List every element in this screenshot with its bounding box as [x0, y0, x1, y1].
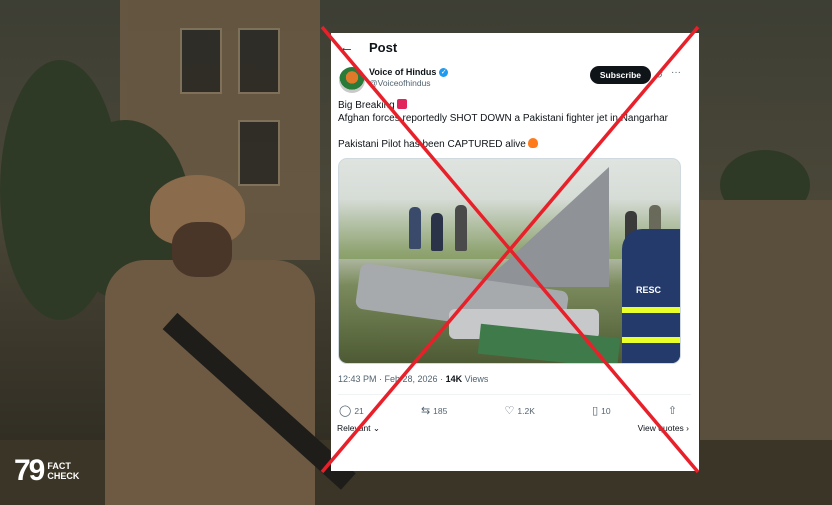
background-wall — [700, 200, 832, 440]
author-handle[interactable]: @Voiceofhindus — [369, 78, 448, 89]
logo-word-fact: FACT — [47, 461, 71, 471]
sort-dropdown[interactable]: Relevant ⌄ — [337, 423, 380, 434]
factcheck-logo: 79 FACT CHECK — [14, 456, 79, 486]
bookmark-icon: ▯ — [592, 405, 599, 417]
avatar[interactable] — [339, 67, 365, 93]
author-name-text: Voice of Hindus — [369, 67, 437, 77]
chevron-down-icon: ⌄ — [370, 423, 381, 433]
share-icon: ⇧ — [667, 405, 677, 417]
subscribe-button[interactable]: Subscribe — [589, 66, 651, 84]
soldier-face — [172, 222, 232, 277]
like-button[interactable]: ♡ 1.2K — [505, 404, 535, 417]
siren-emoji-icon — [396, 99, 407, 109]
post-image[interactable]: RESC — [338, 158, 681, 364]
bookmark-count: 10 — [601, 405, 611, 416]
grok-icon[interactable]: ↺ — [655, 70, 663, 81]
more-options-icon[interactable]: ··· — [671, 67, 681, 78]
rescue-vest-text: RESC — [636, 285, 662, 295]
replies-footer: Relevant ⌄ View quotes › — [331, 417, 699, 434]
fire-emoji-icon — [527, 138, 538, 148]
post-text: Big Breaking Afghan forces reportedly SH… — [331, 93, 699, 151]
post-author: Voice of Hindus ✓ @Voiceofhindus Subscri… — [331, 61, 699, 93]
rescue-worker: RESC — [622, 229, 680, 363]
arrow-left-icon[interactable]: ← — [339, 39, 369, 56]
reply-count: 21 — [354, 405, 364, 416]
share-button[interactable]: ⇧ — [668, 404, 677, 417]
repost-count: 185 — [433, 405, 448, 416]
post-header: ← Post — [331, 33, 699, 61]
reply-button[interactable]: ◯ 21 — [339, 404, 364, 417]
view-quotes-link[interactable]: View quotes › — [638, 423, 689, 434]
page-title: Post — [369, 39, 398, 55]
post-screenshot-card: ← Post Voice of Hindus ✓ @Voiceofhindus … — [331, 33, 699, 471]
logo-word-check: CHECK — [47, 471, 80, 481]
heart-icon: ♡ — [504, 405, 515, 417]
post-text-line-3: Pakistani Pilot has been CAPTURED alive — [338, 139, 526, 150]
like-count: 1.2K — [517, 405, 535, 416]
reply-icon: ◯ — [339, 405, 352, 417]
wreckage-tail-fin — [479, 167, 609, 287]
post-text-line-1: Big Breaking — [338, 100, 395, 111]
logo-number: 79 — [14, 454, 45, 487]
author-display-name[interactable]: Voice of Hindus ✓ — [369, 67, 449, 78]
post-meta: 12:43 PM · Feb 28, 2026 · 14K Views — [331, 364, 699, 384]
action-bar: ◯ 21 ⇆ 185 ♡ 1.2K ▯ 10 ⇧ — [331, 395, 699, 417]
repost-icon: ⇆ — [420, 405, 431, 417]
bookmark-button[interactable]: ▯ 10 — [592, 404, 611, 417]
sort-label: Relevant — [337, 423, 371, 433]
post-text-line-2: Afghan forces reportedly SHOT DOWN a Pak… — [338, 113, 668, 124]
verified-badge-icon: ✓ — [439, 68, 449, 77]
chevron-right-icon: › — [683, 423, 689, 433]
repost-button[interactable]: ⇆ 185 — [421, 404, 447, 417]
view-quotes-label: View quotes — [637, 423, 684, 433]
timestamp[interactable]: 12:43 PM · Feb 28, 2026 · — [338, 374, 446, 384]
views-label: Views — [462, 374, 489, 384]
views-count: 14K — [445, 374, 463, 384]
soldier-figure — [105, 260, 315, 505]
